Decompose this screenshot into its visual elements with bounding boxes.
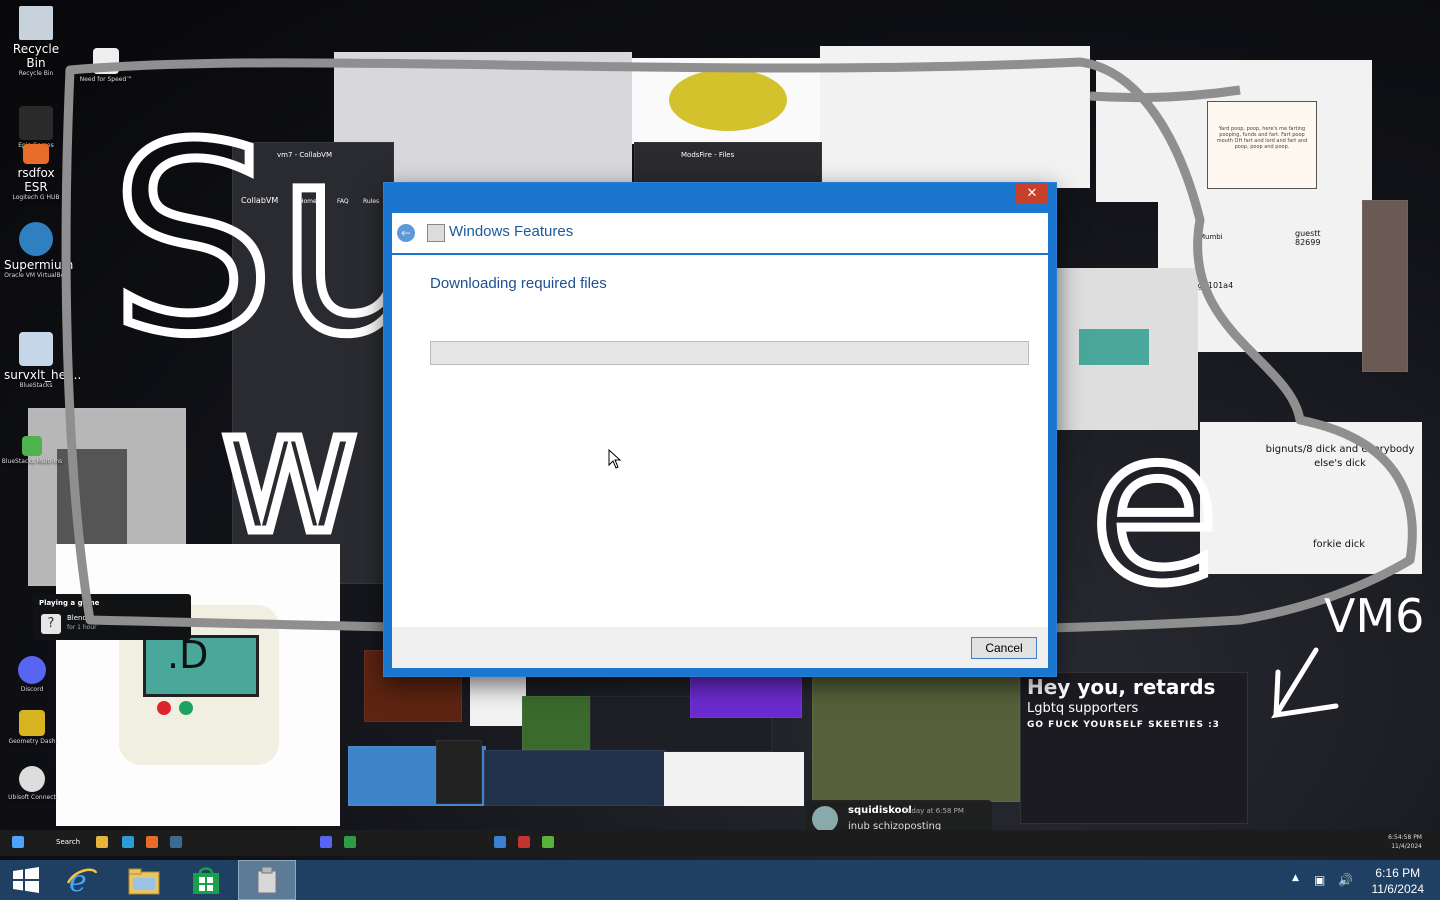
file-explorer-button[interactable]: [116, 860, 172, 900]
progress-bar: [430, 341, 1029, 365]
inner-search[interactable]: Search: [56, 838, 80, 846]
graffiti-vm6: VM6: [1324, 589, 1424, 643]
store-button[interactable]: [178, 860, 234, 900]
status-heading: Downloading required files: [430, 275, 607, 292]
dialog-header: ← Windows Features: [392, 213, 1048, 253]
taskbar-clock[interactable]: 6:16 PM 11/6/2024: [1372, 865, 1425, 897]
inner-clock-time: 6:54:58 PM: [1388, 834, 1422, 841]
app-icon[interactable]: [542, 836, 554, 848]
show-hidden-icons-icon[interactable]: ▲: [1292, 873, 1299, 883]
taskbar: e ▲ ▣ 🔊 6:16 PM 11/6/2024: [0, 860, 1440, 900]
inner-clock-date: 11/4/2024: [1391, 843, 1422, 850]
steam-icon[interactable]: [170, 836, 182, 848]
inner-clock: 6:54:58 PM 11/4/2024: [1388, 833, 1422, 851]
app-icon[interactable]: [494, 836, 506, 848]
dialog-footer: Cancel: [392, 627, 1048, 668]
close-button[interactable]: ✕: [1016, 184, 1048, 204]
graffiti-letter: e: [1090, 385, 1219, 630]
edge-icon[interactable]: [122, 836, 134, 848]
mouse-cursor-icon: [608, 449, 622, 469]
windows-start-icon[interactable]: [12, 836, 24, 848]
internet-explorer-button[interactable]: e: [54, 860, 110, 900]
cancel-button[interactable]: Cancel: [971, 637, 1037, 659]
internet-explorer-icon: e: [66, 864, 98, 897]
windows-features-dialog: ✕ ← Windows Features Downloading require…: [384, 183, 1056, 676]
windows-logo-icon: [13, 867, 39, 893]
windows-features-icon: [427, 224, 445, 242]
clock-date: 11/6/2024: [1371, 882, 1425, 896]
svg-text:e: e: [69, 864, 87, 897]
discord-icon[interactable]: [320, 836, 332, 848]
windows-features-taskbar-button[interactable]: [238, 860, 296, 900]
dialog-body: Downloading required files: [392, 255, 1048, 627]
dialog-title: Windows Features: [449, 223, 574, 240]
graffiti-arrow: [1271, 647, 1339, 719]
start-button[interactable]: [0, 860, 56, 900]
graffiti-letter: w: [220, 373, 359, 571]
app-icon[interactable]: [518, 836, 530, 848]
firefox-icon[interactable]: [146, 836, 158, 848]
folder-icon: [128, 868, 160, 895]
folder-icon[interactable]: [96, 836, 108, 848]
scribble-line: [1089, 85, 1241, 103]
store-icon: [193, 867, 219, 894]
xbox-icon[interactable]: [344, 836, 356, 848]
inner-taskbar: Search 6:54:58 PM 11/4/2024: [0, 830, 1440, 856]
back-arrow-icon[interactable]: ←: [397, 224, 415, 242]
volume-icon[interactable]: 🔊: [1338, 873, 1353, 887]
network-icon[interactable]: ▣: [1314, 873, 1325, 887]
clock-time: 6:16 PM: [1375, 866, 1421, 880]
windows-features-icon: [257, 866, 277, 894]
